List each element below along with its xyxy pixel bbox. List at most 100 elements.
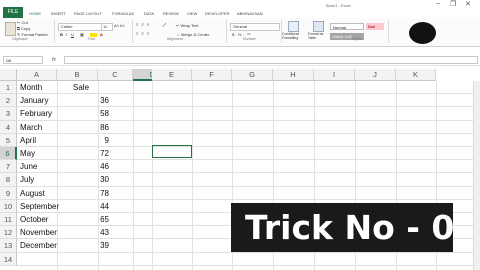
select-all-corner[interactable] bbox=[0, 69, 17, 81]
cell-b3[interactable]: 58 bbox=[57, 107, 109, 120]
minimize-icon[interactable]: – bbox=[436, 0, 440, 7]
group-font-label: Font bbox=[88, 37, 96, 41]
cell-b6[interactable]: 72 bbox=[57, 147, 109, 160]
cell-b9[interactable]: 78 bbox=[57, 187, 109, 200]
row-header-5[interactable]: 5 bbox=[0, 133, 17, 147]
cell-a2[interactable]: January bbox=[20, 94, 48, 107]
column-header-c[interactable]: C bbox=[98, 69, 133, 81]
cell-a5[interactable]: April bbox=[20, 134, 36, 147]
row-header-3[interactable]: 3 bbox=[0, 107, 17, 121]
row-header-11[interactable]: 11 bbox=[0, 213, 17, 227]
column-header-g[interactable]: G bbox=[232, 69, 273, 81]
row-header-6[interactable]: 6 bbox=[0, 147, 17, 161]
font-color-icon[interactable]: A bbox=[100, 32, 103, 37]
underline-button[interactable]: U bbox=[71, 32, 74, 37]
row-header-12[interactable]: 12 bbox=[0, 226, 17, 240]
cell-a6[interactable]: May bbox=[20, 147, 35, 160]
group-alignment-label: Alignment bbox=[167, 37, 183, 41]
formula-input[interactable] bbox=[64, 56, 478, 64]
row-header-14[interactable]: 14 bbox=[0, 252, 17, 266]
column-header-a[interactable]: A bbox=[17, 69, 57, 81]
italic-button[interactable]: I bbox=[66, 32, 67, 37]
tab-formulas[interactable]: FORMULAS bbox=[112, 11, 134, 16]
fx-icon[interactable]: fx bbox=[52, 57, 56, 63]
cell-b5[interactable]: 9 bbox=[57, 134, 109, 147]
file-tab[interactable]: FILE bbox=[3, 7, 23, 18]
row-header-13[interactable]: 13 bbox=[0, 239, 17, 253]
tab-developer[interactable]: DEVELOPER bbox=[205, 11, 229, 16]
row-header-2[interactable]: 2 bbox=[0, 94, 17, 108]
cell-b11[interactable]: 65 bbox=[57, 213, 109, 226]
font-name-select[interactable]: Calibri bbox=[58, 23, 102, 31]
column-header-h[interactable]: H bbox=[273, 69, 314, 81]
style-normal[interactable]: Normal bbox=[330, 23, 364, 30]
row-header-8[interactable]: 8 bbox=[0, 173, 17, 187]
cell-a9[interactable]: August bbox=[20, 187, 45, 200]
align-left-icons[interactable]: ≡ ≡ ≡ bbox=[136, 31, 150, 36]
cell-a8[interactable]: July bbox=[20, 173, 34, 186]
tab-abhinavsan[interactable]: ABHINAVSAN bbox=[237, 11, 263, 16]
cell-a10[interactable]: September bbox=[20, 200, 59, 213]
cell-b1[interactable]: Sale bbox=[73, 81, 89, 94]
align-top-icons[interactable]: ≡ ≡ ≡ bbox=[136, 22, 150, 27]
row-gridline bbox=[17, 264, 480, 266]
bold-button[interactable]: B bbox=[60, 32, 63, 37]
format-as-table-button[interactable]: Format as Table bbox=[308, 32, 328, 40]
cell-a1[interactable]: Month bbox=[20, 81, 42, 94]
format-as-table-icon[interactable] bbox=[313, 21, 324, 32]
tab-view[interactable]: VIEW bbox=[187, 11, 197, 16]
conditional-formatting-button[interactable]: Conditional Formatting bbox=[282, 32, 308, 40]
column-header-i[interactable]: I bbox=[314, 69, 355, 81]
cell-a12[interactable]: November bbox=[20, 226, 57, 239]
tab-insert[interactable]: INSERT bbox=[51, 11, 66, 16]
number-format-select[interactable]: General bbox=[230, 23, 280, 31]
font-grow-icon[interactable]: A˄ A˅ bbox=[114, 23, 125, 28]
cell-b2[interactable]: 36 bbox=[57, 94, 109, 107]
cell-b7[interactable]: 46 bbox=[57, 160, 109, 173]
font-size-select[interactable]: 11 bbox=[101, 23, 113, 31]
scissors-icon: ✂ bbox=[17, 20, 21, 25]
copy-button[interactable]: ⧉ Copy bbox=[17, 26, 30, 31]
conditional-formatting-icon[interactable] bbox=[288, 21, 299, 32]
wrap-text-label: Wrap Text bbox=[180, 23, 199, 28]
cell-b13[interactable]: 39 bbox=[57, 239, 109, 252]
row-header-1[interactable]: 1 bbox=[0, 81, 17, 95]
cell-a7[interactable]: June bbox=[20, 160, 37, 173]
restore-icon[interactable]: ❐ bbox=[450, 0, 456, 8]
ribbon-divider bbox=[132, 20, 133, 43]
row-header-10[interactable]: 10 bbox=[0, 199, 17, 213]
window-title: Book1 - Excel bbox=[326, 3, 351, 8]
column-header-b[interactable]: B bbox=[57, 69, 98, 81]
cell-a4[interactable]: March bbox=[20, 121, 42, 134]
wrap-text-button[interactable]: ↵ Wrap Text bbox=[176, 23, 198, 28]
close-icon[interactable]: ✕ bbox=[465, 0, 471, 8]
row-header-4[interactable]: 4 bbox=[0, 120, 17, 134]
cell-a11[interactable]: October bbox=[20, 213, 48, 226]
title-bar bbox=[0, 0, 480, 19]
vertical-scrollbar[interactable] bbox=[473, 81, 480, 270]
paste-icon[interactable] bbox=[5, 22, 16, 36]
style-bad[interactable]: Bad bbox=[366, 23, 384, 30]
cell-a13[interactable]: December bbox=[20, 239, 57, 252]
column-header-e[interactable]: E bbox=[152, 69, 192, 81]
copy-icon: ⧉ bbox=[17, 26, 20, 31]
column-header-j[interactable]: J bbox=[355, 69, 396, 81]
tab-review[interactable]: REVIEW bbox=[163, 11, 179, 16]
cell-a3[interactable]: February bbox=[20, 107, 52, 120]
row-header-9[interactable]: 9 bbox=[0, 186, 17, 200]
cell-b4[interactable]: 86 bbox=[57, 121, 109, 134]
tab-page-layout[interactable]: PAGE LAYOUT bbox=[74, 11, 102, 16]
row-header-7[interactable]: 7 bbox=[0, 160, 17, 174]
name-box[interactable]: D6 bbox=[3, 56, 43, 64]
borders-icon[interactable]: ▦ bbox=[80, 32, 84, 37]
tab-data[interactable]: DATA bbox=[144, 11, 154, 16]
column-header-f[interactable]: F bbox=[192, 69, 232, 81]
cell-b8[interactable]: 30 bbox=[57, 173, 109, 186]
column-header-k[interactable]: K bbox=[396, 69, 436, 81]
orientation-icon[interactable]: ⤢ bbox=[163, 22, 166, 27]
tab-home[interactable]: HOME bbox=[29, 11, 41, 16]
cut-button[interactable]: ✂ Cut bbox=[17, 20, 28, 25]
cell-b10[interactable]: 44 bbox=[57, 200, 109, 213]
active-cell[interactable] bbox=[152, 145, 192, 158]
cell-b12[interactable]: 43 bbox=[57, 226, 109, 239]
